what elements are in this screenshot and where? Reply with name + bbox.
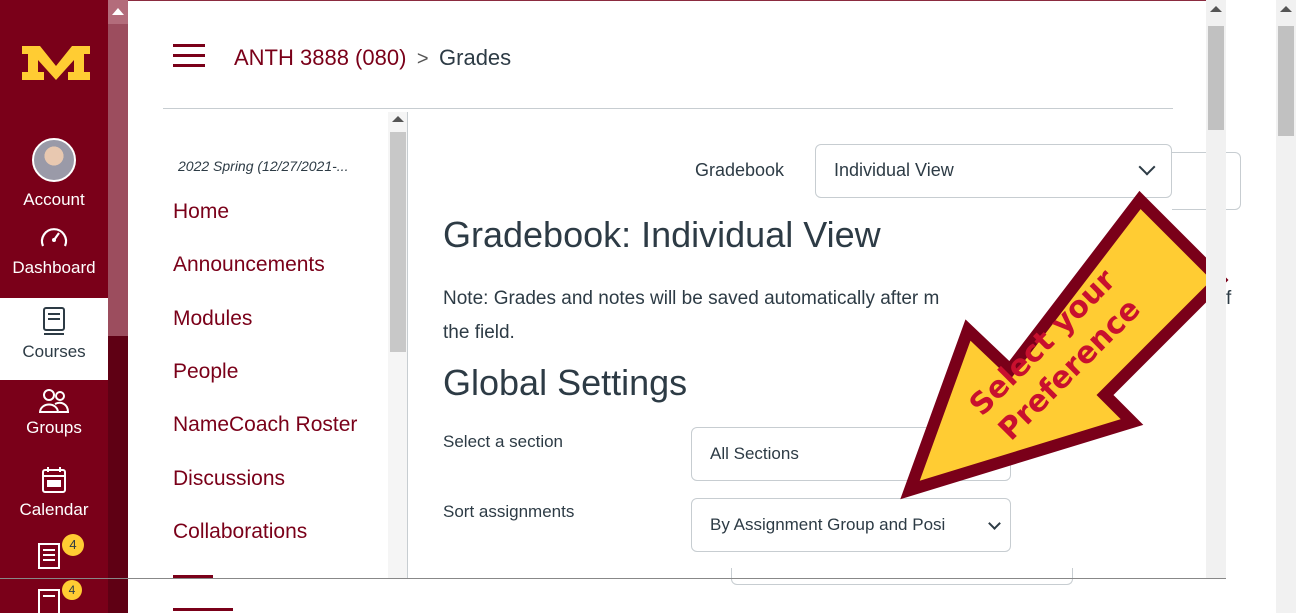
- scroll-up-arrow-icon[interactable]: [1210, 6, 1222, 12]
- scroll-up-arrow-icon[interactable]: [112, 8, 124, 15]
- course-nav-namecoach-roster[interactable]: NameCoach Roster: [173, 413, 357, 437]
- gradebook-label: Gradebook: [695, 160, 785, 180]
- frame-border: [128, 0, 1224, 1]
- scrollbar-thumb[interactable]: [390, 132, 406, 352]
- course-nav-modules[interactable]: Modules: [173, 307, 252, 331]
- content-scrollbar[interactable]: [1206, 0, 1226, 578]
- scroll-up-arrow-icon[interactable]: [392, 116, 404, 122]
- dashboard-icon: [40, 228, 68, 247]
- gnav-dashboard[interactable]: Dashboard: [0, 224, 108, 278]
- scrollbar-thumb[interactable]: [108, 24, 128, 336]
- breadcrumb-separator: >: [416, 48, 429, 70]
- gnav-inbox-duplicate: 4: [0, 580, 108, 613]
- chevron-down-icon: [988, 517, 1001, 530]
- gnav-calendar[interactable]: Calendar: [0, 466, 108, 520]
- chevron-down-icon: [1138, 158, 1156, 176]
- gnav-groups[interactable]: Groups: [0, 388, 108, 438]
- gnav-courses[interactable]: Courses: [0, 298, 108, 380]
- scroll-up-arrow-icon[interactable]: [1280, 6, 1292, 12]
- groups-icon: [39, 389, 69, 413]
- university-logo[interactable]: [20, 38, 92, 86]
- breadcrumb-current: Grades: [439, 45, 512, 70]
- gnav-account[interactable]: Account: [0, 138, 108, 210]
- gnav-inbox[interactable]: 4: [0, 534, 108, 570]
- window-scrollbar[interactable]: [1276, 0, 1296, 613]
- header-divider: [163, 108, 1173, 109]
- course-nav-scrollbar[interactable]: [388, 112, 408, 578]
- inbox-badge: 4: [62, 534, 84, 556]
- avatar: [32, 138, 76, 182]
- callout-arrow: Select your Preference: [900, 190, 1229, 500]
- scrollbar-thumb[interactable]: [1278, 26, 1294, 136]
- breadcrumb-course-link[interactable]: ANTH 3888 (080): [234, 45, 406, 70]
- course-nav-discussions[interactable]: Discussions: [173, 467, 285, 491]
- partial-select-below: [731, 568, 1073, 585]
- global-nav: Account Dashboard Courses Groups Calenda…: [0, 0, 108, 613]
- course-nav-collaborations[interactable]: Collaborations: [173, 520, 307, 544]
- inbox-icon: [38, 589, 60, 613]
- global-nav-scrollbar[interactable]: [108, 0, 128, 613]
- autosave-note: Note: Grades and notes will be saved aut…: [443, 288, 940, 343]
- course-nav-home[interactable]: Home: [173, 200, 229, 224]
- inbox-icon: [38, 543, 60, 569]
- global-settings-heading: Global Settings: [443, 362, 688, 403]
- page-title: Gradebook: Individual View: [443, 214, 881, 255]
- logo-icon: [22, 46, 90, 80]
- course-nav-people[interactable]: People: [173, 360, 238, 384]
- inbox-badge: 4: [62, 580, 82, 600]
- scrollbar-track: [108, 336, 128, 613]
- sort-assignments-label: Sort assignments: [443, 502, 575, 521]
- select-section-label: Select a section: [443, 432, 564, 451]
- iframe-bottom-border: [0, 578, 1226, 579]
- course-nav-partial-item-below: [173, 600, 243, 613]
- calendar-icon: [42, 467, 66, 493]
- course-term: 2022 Spring (12/27/2021-...: [178, 158, 349, 174]
- course-nav-announcements[interactable]: Announcements: [173, 253, 325, 277]
- scrollbar-thumb[interactable]: [1208, 26, 1224, 130]
- courses-icon: [43, 307, 65, 335]
- course-nav-divider: [407, 112, 408, 578]
- hamburger-menu-icon[interactable]: [173, 44, 205, 68]
- breadcrumb: ANTH 3888 (080) > Grades: [234, 45, 511, 71]
